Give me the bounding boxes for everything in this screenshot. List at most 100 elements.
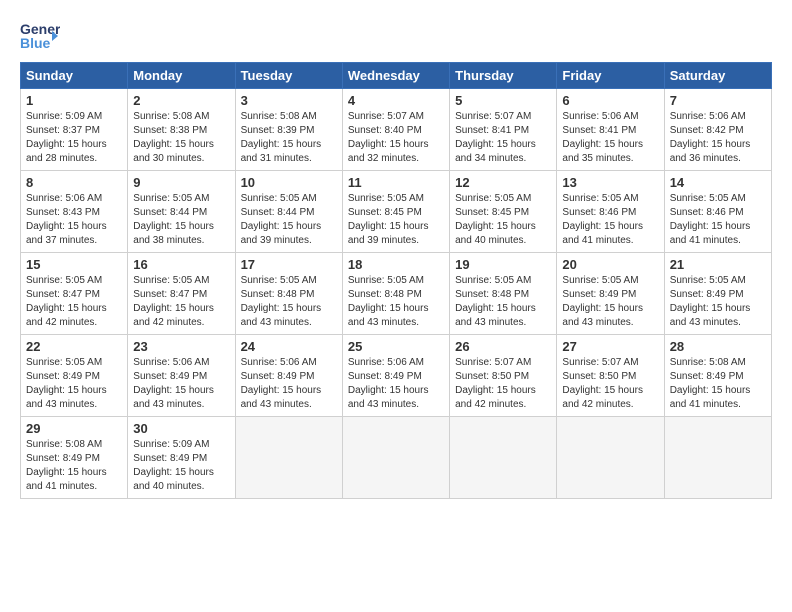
day-info: Sunrise: 5:06 AMSunset: 8:49 PMDaylight:… xyxy=(348,357,429,410)
weekday-header-row: SundayMondayTuesdayWednesdayThursdayFrid… xyxy=(21,63,772,89)
calendar-cell: 2 Sunrise: 5:08 AMSunset: 8:38 PMDaylight… xyxy=(128,89,235,171)
calendar-cell: 30 Sunrise: 5:09 AMSunset: 8:49 PMDayligh… xyxy=(128,417,235,499)
day-number: 30 xyxy=(133,421,229,436)
weekday-header-saturday: Saturday xyxy=(664,63,771,89)
day-info: Sunrise: 5:07 AMSunset: 8:50 PMDaylight:… xyxy=(455,357,536,410)
calendar-cell: 26 Sunrise: 5:07 AMSunset: 8:50 PMDayligh… xyxy=(450,335,557,417)
calendar-cell xyxy=(342,417,449,499)
day-number: 26 xyxy=(455,339,551,354)
calendar-cell: 8 Sunrise: 5:06 AMSunset: 8:43 PMDaylight… xyxy=(21,171,128,253)
day-number: 9 xyxy=(133,175,229,190)
calendar-cell: 1 Sunrise: 5:09 AMSunset: 8:37 PMDaylight… xyxy=(21,89,128,171)
calendar-table: SundayMondayTuesdayWednesdayThursdayFrid… xyxy=(20,62,772,499)
day-info: Sunrise: 5:09 AMSunset: 8:37 PMDaylight:… xyxy=(26,111,107,164)
weekday-header-monday: Monday xyxy=(128,63,235,89)
calendar-cell: 12 Sunrise: 5:05 AMSunset: 8:45 PMDayligh… xyxy=(450,171,557,253)
day-info: Sunrise: 5:06 AMSunset: 8:41 PMDaylight:… xyxy=(562,111,643,164)
day-number: 23 xyxy=(133,339,229,354)
day-info: Sunrise: 5:05 AMSunset: 8:47 PMDaylight:… xyxy=(26,275,107,328)
day-number: 11 xyxy=(348,175,444,190)
calendar-cell: 3 Sunrise: 5:08 AMSunset: 8:39 PMDaylight… xyxy=(235,89,342,171)
day-info: Sunrise: 5:08 AMSunset: 8:38 PMDaylight:… xyxy=(133,111,214,164)
calendar-row: 8 Sunrise: 5:06 AMSunset: 8:43 PMDaylight… xyxy=(21,171,772,253)
calendar-cell: 20 Sunrise: 5:05 AMSunset: 8:49 PMDayligh… xyxy=(557,253,664,335)
weekday-header-thursday: Thursday xyxy=(450,63,557,89)
day-number: 5 xyxy=(455,93,551,108)
day-info: Sunrise: 5:08 AMSunset: 8:39 PMDaylight:… xyxy=(241,111,322,164)
day-number: 14 xyxy=(670,175,766,190)
day-info: Sunrise: 5:07 AMSunset: 8:41 PMDaylight:… xyxy=(455,111,536,164)
day-info: Sunrise: 5:05 AMSunset: 8:46 PMDaylight:… xyxy=(562,193,643,246)
calendar-row: 29 Sunrise: 5:08 AMSunset: 8:49 PMDayligh… xyxy=(21,417,772,499)
day-info: Sunrise: 5:06 AMSunset: 8:49 PMDaylight:… xyxy=(133,357,214,410)
calendar-cell: 18Sunrise: 5:05 AMSunset: 8:48 PMDayligh… xyxy=(342,253,449,335)
day-number: 28 xyxy=(670,339,766,354)
day-number: 16 xyxy=(133,257,229,272)
weekday-header-sunday: Sunday xyxy=(21,63,128,89)
calendar-cell: 17 Sunrise: 5:05 AMSunset: 8:48 PMDayligh… xyxy=(235,253,342,335)
day-number: 3 xyxy=(241,93,337,108)
day-number: 7 xyxy=(670,93,766,108)
day-number: 24 xyxy=(241,339,337,354)
day-number: 6 xyxy=(562,93,658,108)
day-info: Sunrise: 5:05 AMSunset: 8:49 PMDaylight:… xyxy=(562,275,643,328)
day-info: Sunrise: 5:05 AMSunset: 8:48 PMDaylight:… xyxy=(241,275,322,328)
calendar-cell: 5 Sunrise: 5:07 AMSunset: 8:41 PMDaylight… xyxy=(450,89,557,171)
day-number: 8 xyxy=(26,175,122,190)
day-number: 22 xyxy=(26,339,122,354)
calendar-cell: 9 Sunrise: 5:05 AMSunset: 8:44 PMDaylight… xyxy=(128,171,235,253)
calendar-row: 1 Sunrise: 5:09 AMSunset: 8:37 PMDaylight… xyxy=(21,89,772,171)
calendar-cell: 15 Sunrise: 5:05 AMSunset: 8:47 PMDayligh… xyxy=(21,253,128,335)
day-number: 17 xyxy=(241,257,337,272)
calendar-cell: 21Sunrise: 5:05 AMSunset: 8:49 PMDayligh… xyxy=(664,253,771,335)
calendar-cell: 4 Sunrise: 5:07 AMSunset: 8:40 PMDaylight… xyxy=(342,89,449,171)
calendar-cell: 24 Sunrise: 5:06 AMSunset: 8:49 PMDayligh… xyxy=(235,335,342,417)
day-number: 1 xyxy=(26,93,122,108)
day-number: 21 xyxy=(670,257,766,272)
day-info: Sunrise: 5:05 AMSunset: 8:44 PMDaylight:… xyxy=(133,193,214,246)
day-number: 25 xyxy=(348,339,444,354)
day-info: Sunrise: 5:09 AMSunset: 8:49 PMDaylight:… xyxy=(133,439,214,492)
day-number: 15 xyxy=(26,257,122,272)
day-info: Sunrise: 5:07 AMSunset: 8:50 PMDaylight:… xyxy=(562,357,643,410)
day-number: 12 xyxy=(455,175,551,190)
header: General Blue xyxy=(20,18,772,54)
day-info: Sunrise: 5:05 AMSunset: 8:45 PMDaylight:… xyxy=(348,193,429,246)
calendar-cell: 29 Sunrise: 5:08 AMSunset: 8:49 PMDayligh… xyxy=(21,417,128,499)
calendar-cell: 10 Sunrise: 5:05 AMSunset: 8:44 PMDayligh… xyxy=(235,171,342,253)
day-number: 27 xyxy=(562,339,658,354)
logo-icon: General Blue xyxy=(20,18,60,54)
day-info: Sunrise: 5:08 AMSunset: 8:49 PMDaylight:… xyxy=(26,439,107,492)
calendar-cell: 22Sunrise: 5:05 AMSunset: 8:49 PMDayligh… xyxy=(21,335,128,417)
day-info: Sunrise: 5:05 AMSunset: 8:45 PMDaylight:… xyxy=(455,193,536,246)
calendar-cell: 27 Sunrise: 5:07 AMSunset: 8:50 PMDayligh… xyxy=(557,335,664,417)
day-number: 10 xyxy=(241,175,337,190)
calendar-cell: 14Sunrise: 5:05 AMSunset: 8:46 PMDayligh… xyxy=(664,171,771,253)
page: General Blue SundayMondayTuesdayWednesda… xyxy=(0,0,792,509)
day-info: Sunrise: 5:06 AMSunset: 8:49 PMDaylight:… xyxy=(241,357,322,410)
day-info: Sunrise: 5:05 AMSunset: 8:47 PMDaylight:… xyxy=(133,275,214,328)
day-info: Sunrise: 5:08 AMSunset: 8:49 PMDaylight:… xyxy=(670,357,751,410)
calendar-cell xyxy=(450,417,557,499)
svg-text:Blue: Blue xyxy=(20,35,51,51)
day-number: 13 xyxy=(562,175,658,190)
day-number: 2 xyxy=(133,93,229,108)
calendar-row: 22Sunrise: 5:05 AMSunset: 8:49 PMDayligh… xyxy=(21,335,772,417)
day-number: 20 xyxy=(562,257,658,272)
day-number: 4 xyxy=(348,93,444,108)
day-info: Sunrise: 5:05 AMSunset: 8:44 PMDaylight:… xyxy=(241,193,322,246)
day-info: Sunrise: 5:06 AMSunset: 8:42 PMDaylight:… xyxy=(670,111,751,164)
day-info: Sunrise: 5:07 AMSunset: 8:40 PMDaylight:… xyxy=(348,111,429,164)
day-info: Sunrise: 5:06 AMSunset: 8:43 PMDaylight:… xyxy=(26,193,107,246)
day-number: 29 xyxy=(26,421,122,436)
calendar-cell: 28 Sunrise: 5:08 AMSunset: 8:49 PMDayligh… xyxy=(664,335,771,417)
calendar-cell: 11 Sunrise: 5:05 AMSunset: 8:45 PMDayligh… xyxy=(342,171,449,253)
calendar-cell xyxy=(664,417,771,499)
calendar-cell: 6 Sunrise: 5:06 AMSunset: 8:41 PMDaylight… xyxy=(557,89,664,171)
day-info: Sunrise: 5:05 AMSunset: 8:48 PMDaylight:… xyxy=(348,275,429,328)
logo: General Blue xyxy=(20,18,60,54)
weekday-header-friday: Friday xyxy=(557,63,664,89)
calendar-cell xyxy=(557,417,664,499)
calendar-cell: 23 Sunrise: 5:06 AMSunset: 8:49 PMDayligh… xyxy=(128,335,235,417)
calendar-cell: 19Sunrise: 5:05 AMSunset: 8:48 PMDayligh… xyxy=(450,253,557,335)
